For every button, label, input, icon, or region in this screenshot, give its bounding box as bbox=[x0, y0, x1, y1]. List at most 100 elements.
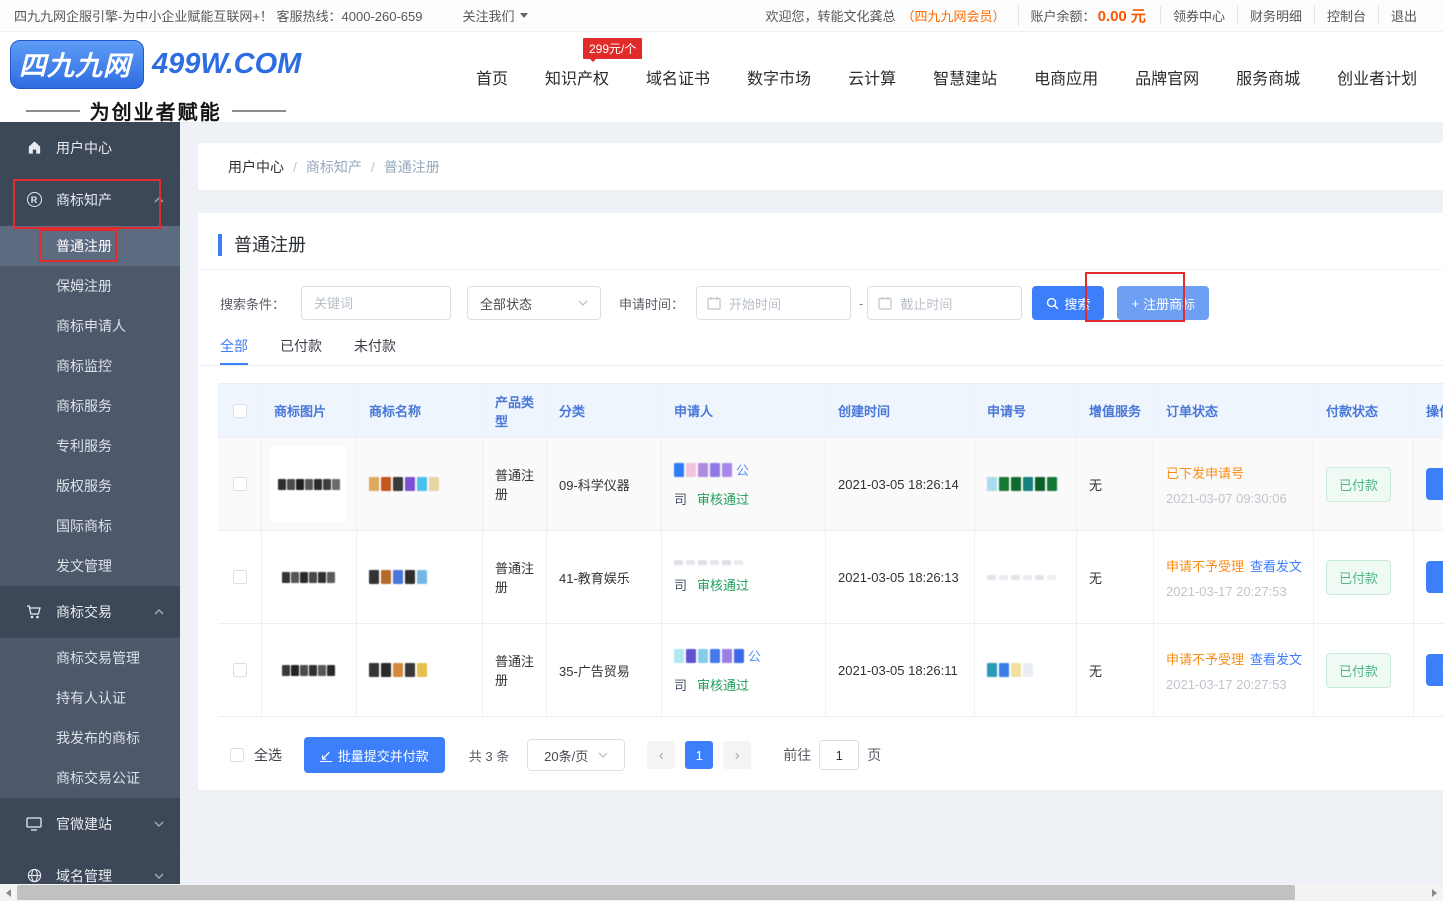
col-category: 分类 bbox=[547, 384, 662, 437]
console-link[interactable]: 控制台 bbox=[1314, 6, 1378, 25]
actions-cell: 查看 bbox=[1414, 624, 1443, 716]
register-trademark-button[interactable]: + 注册商标 bbox=[1117, 286, 1209, 320]
batch-submit-label: 批量提交并付款 bbox=[338, 746, 429, 765]
search-filter-bar: 搜索条件： 全部状态 申请时间： 开始时间 - 截止时间 搜索 + bbox=[220, 286, 1443, 320]
select-all-label: 全选 bbox=[254, 745, 282, 765]
sidebar-item-trademark-service[interactable]: 商标服务 bbox=[0, 386, 180, 426]
member-level-link[interactable]: （四九九网会员） bbox=[902, 6, 1006, 25]
horizontal-scrollbar[interactable] bbox=[0, 884, 1443, 901]
sidebar-item-official-site[interactable]: 官微建站 bbox=[0, 798, 180, 850]
slogan-line-right bbox=[232, 110, 286, 112]
sidebar-item-document-management[interactable]: 发文管理 bbox=[0, 546, 180, 586]
sidebar-item-patent-service[interactable]: 专利服务 bbox=[0, 426, 180, 466]
main-content: 用户中心 / 商标知产 / 普通注册 普通注册 搜索条件： 全部状态 申请时间：… bbox=[180, 122, 1443, 884]
order-status-time: 2021-03-07 09:30:06 bbox=[1166, 491, 1287, 506]
tab-paid[interactable]: 已付款 bbox=[280, 336, 322, 365]
coupon-center-link[interactable]: 领券中心 bbox=[1160, 6, 1237, 25]
application-no-cell bbox=[975, 624, 1077, 716]
chevron-down-icon bbox=[578, 300, 588, 306]
col-trademark-image: 商标图片 bbox=[262, 384, 357, 437]
nav-service-mall[interactable]: 服务商城 bbox=[1236, 65, 1300, 89]
trademark-image bbox=[271, 632, 347, 708]
sidebar-item-label: 持有人认证 bbox=[56, 688, 126, 708]
nav-smart-site[interactable]: 智慧建站 bbox=[933, 65, 997, 89]
start-date-input[interactable]: 开始时间 bbox=[696, 286, 851, 320]
sidebar-item-international-trademark[interactable]: 国际商标 bbox=[0, 506, 180, 546]
logo-slogan-row: 为创业者赋能 bbox=[10, 96, 301, 125]
select-all-checkbox[interactable] bbox=[230, 748, 244, 762]
col-product-type: 产品类型 bbox=[483, 384, 547, 437]
scroll-right-arrow[interactable] bbox=[1426, 884, 1443, 901]
nav-domain-certificate[interactable]: 域名证书 bbox=[646, 65, 710, 89]
tab-unpaid[interactable]: 未付款 bbox=[354, 336, 396, 365]
nav-intellectual-property[interactable]: 知识产权 bbox=[545, 65, 609, 89]
site-header: 四九九网 499W.COM 为创业者赋能 首页 知识产权 域名证书 数字市场 云… bbox=[0, 32, 1443, 122]
row-checkbox[interactable] bbox=[233, 477, 247, 491]
scroll-left-arrow[interactable] bbox=[0, 884, 17, 901]
sidebar-item-holder-certification[interactable]: 持有人认证 bbox=[0, 678, 180, 718]
sidebar: 用户中心 R 商标知产 普通注册 保姆注册 商标申请人 商标监控 商标服务 专利… bbox=[0, 122, 180, 884]
sidebar-item-trademark-applicant[interactable]: 商标申请人 bbox=[0, 306, 180, 346]
status-select[interactable]: 全部状态 bbox=[467, 286, 601, 320]
current-page-button[interactable]: 1 bbox=[685, 741, 713, 769]
applicant-text-fragment: 司 bbox=[674, 678, 687, 693]
sidebar-item-trademark-trade[interactable]: 商标交易 bbox=[0, 586, 180, 638]
tab-all[interactable]: 全部 bbox=[220, 336, 248, 365]
view-document-link[interactable]: 查看发文 bbox=[1250, 559, 1302, 574]
breadcrumb-separator: / bbox=[371, 159, 375, 175]
nav-entrepreneur-plan[interactable]: 创业者计划 bbox=[1337, 65, 1417, 89]
nav-digital-market[interactable]: 数字市场 bbox=[747, 65, 811, 89]
view-button[interactable]: 查看 bbox=[1426, 561, 1443, 593]
nav-brand-site[interactable]: 品牌官网 bbox=[1135, 65, 1199, 89]
nav-home[interactable]: 首页 bbox=[476, 65, 508, 89]
trademark-image bbox=[271, 539, 347, 615]
follow-us-dropdown[interactable]: 关注我们 bbox=[463, 6, 528, 25]
prev-page-button[interactable]: ‹ bbox=[647, 741, 675, 769]
goto-page-input[interactable] bbox=[819, 740, 859, 770]
sidebar-item-label: 发文管理 bbox=[56, 556, 112, 576]
caret-down-icon bbox=[520, 13, 528, 18]
sidebar-item-domain-management[interactable]: 域名管理 bbox=[0, 850, 180, 884]
sidebar-item-label: 普通注册 bbox=[56, 236, 112, 256]
end-date-input[interactable]: 截止时间 bbox=[867, 286, 1022, 320]
chevron-down-icon bbox=[154, 873, 164, 879]
site-logo[interactable]: 四九九网 499W.COM 为创业者赋能 bbox=[10, 40, 301, 125]
next-page-button[interactable]: › bbox=[723, 741, 751, 769]
view-document-link[interactable]: 查看发文 bbox=[1250, 652, 1302, 667]
finance-detail-link[interactable]: 财务明细 bbox=[1237, 6, 1314, 25]
nav-ecommerce-app[interactable]: 电商应用 bbox=[1034, 65, 1098, 89]
view-button[interactable]: 查看 bbox=[1426, 654, 1443, 686]
row-checkbox[interactable] bbox=[233, 663, 247, 677]
content-card: 普通注册 搜索条件： 全部状态 申请时间： 开始时间 - 截止时间 搜索 bbox=[198, 213, 1443, 790]
logout-link[interactable]: 退出 bbox=[1378, 6, 1429, 25]
sidebar-item-trademark-ip[interactable]: R 商标知产 bbox=[0, 174, 180, 226]
review-status: 审核通过 bbox=[697, 492, 749, 507]
breadcrumb-user-center[interactable]: 用户中心 bbox=[228, 157, 284, 177]
review-status: 审核通过 bbox=[697, 678, 749, 693]
sidebar-item-user-center[interactable]: 用户中心 bbox=[0, 122, 180, 174]
value-added-cell: 无 bbox=[1077, 624, 1154, 716]
select-all-checkbox[interactable] bbox=[233, 404, 247, 418]
chevron-up-icon bbox=[154, 609, 164, 615]
keyword-input[interactable] bbox=[301, 286, 451, 320]
breadcrumb-trademark-ip[interactable]: 商标知产 bbox=[306, 157, 362, 177]
page-size-select[interactable]: 20条/页 bbox=[527, 739, 625, 771]
logo-slogan: 为创业者赋能 bbox=[90, 96, 222, 125]
view-button[interactable]: 查看 bbox=[1426, 468, 1443, 500]
scrollbar-thumb[interactable] bbox=[17, 885, 1295, 900]
batch-submit-pay-button[interactable]: ↙ 批量提交并付款 bbox=[304, 737, 445, 773]
nav-cloud-computing[interactable]: 云计算 bbox=[848, 65, 896, 89]
product-type-cell: 普通注册 bbox=[483, 624, 547, 716]
sidebar-item-nanny-registration[interactable]: 保姆注册 bbox=[0, 266, 180, 306]
row-checkbox[interactable] bbox=[233, 570, 247, 584]
paid-badge: 已付款 bbox=[1326, 467, 1391, 502]
sidebar-item-normal-registration[interactable]: 普通注册 bbox=[0, 226, 180, 266]
price-badge: 299元/个 bbox=[583, 38, 642, 59]
sidebar-item-trade-management[interactable]: 商标交易管理 bbox=[0, 638, 180, 678]
sidebar-item-copyright-service[interactable]: 版权服务 bbox=[0, 466, 180, 506]
search-button[interactable]: 搜索 bbox=[1032, 286, 1104, 320]
sidebar-item-my-published-trademarks[interactable]: 我发布的商标 bbox=[0, 718, 180, 758]
sidebar-item-trade-notarization[interactable]: 商标交易公证 bbox=[0, 758, 180, 798]
sidebar-item-trademark-monitor[interactable]: 商标监控 bbox=[0, 346, 180, 386]
application-no-cell bbox=[975, 438, 1077, 530]
